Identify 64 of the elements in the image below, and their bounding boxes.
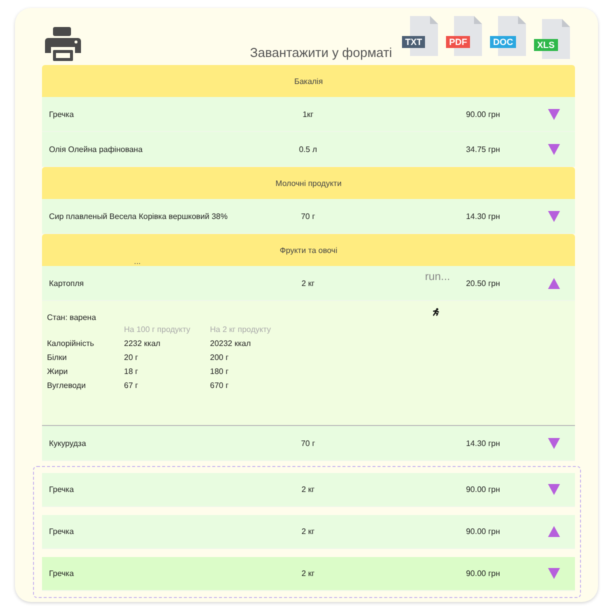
product-price: 90.00 грн bbox=[464, 485, 500, 494]
product-quantity: 2 кг bbox=[300, 527, 316, 536]
nutrient-value: 20232 ккал bbox=[210, 339, 252, 348]
file-format-button[interactable]: TXT bbox=[402, 36, 426, 48]
expand-arrow-icon[interactable] bbox=[548, 210, 560, 222]
product-quantity: 2 кг bbox=[300, 485, 316, 494]
nutrient-value: 20 г bbox=[124, 353, 140, 362]
nutrient-label: Жири bbox=[47, 367, 69, 376]
nutrient-value: 18 г bbox=[124, 367, 140, 376]
product-name: Гречка bbox=[49, 110, 75, 118]
state-label: Стан: варена bbox=[47, 313, 96, 322]
column-header: На 2 кг продукту bbox=[210, 325, 272, 334]
nutrient-value: 200 г bbox=[210, 353, 230, 362]
ellipsis-text: ... bbox=[134, 257, 141, 266]
running-figure-icon bbox=[432, 308, 440, 316]
product-quantity: 0.5 л bbox=[298, 144, 318, 154]
nutrient-label: Вуглеводи bbox=[47, 381, 87, 390]
product-price: 34.75 грн bbox=[464, 144, 500, 154]
product-row[interactable]: Сир плавленый Весела Корівка вершковий 38% 70 г 14.30 грн bbox=[42, 199, 575, 234]
category-title: Фрукти та овочі bbox=[280, 246, 338, 254]
category-title: Бакалія bbox=[294, 76, 323, 86]
product-name: Олія Олейна рафінована bbox=[49, 144, 144, 154]
column-header: На 100 г продукту bbox=[124, 325, 192, 334]
nutrient-value: 670 г bbox=[210, 381, 230, 390]
expand-arrow-icon[interactable] bbox=[548, 438, 560, 448]
product-name: Гречка bbox=[49, 569, 75, 578]
product-name: Сир плавленый Весела Корівка вершковий 38% bbox=[49, 212, 229, 220]
expand-arrow-icon[interactable] bbox=[548, 108, 560, 120]
nutrient-value: 2232 ккал bbox=[124, 339, 162, 348]
product-row[interactable]: Картопля 2 кг 20.50 грн run... bbox=[42, 266, 575, 301]
product-price: 20.50 грн bbox=[464, 278, 500, 288]
product-name: Картопля bbox=[49, 278, 85, 288]
product-name: Гречка bbox=[49, 485, 75, 494]
category-title: Молочні продукти bbox=[275, 178, 342, 188]
nutrient-value: 67 г bbox=[124, 381, 140, 390]
product-quantity: 70 г bbox=[300, 212, 316, 220]
expand-arrow-icon[interactable] bbox=[548, 144, 560, 154]
nutrient-label: Білки bbox=[47, 353, 68, 362]
product-price: 14.30 грн bbox=[464, 212, 500, 220]
product-row[interactable]: Гречка 2 кг 90.00 грн bbox=[42, 473, 575, 507]
product-row[interactable]: Кукурудза 70 г 14.30 грн bbox=[42, 426, 575, 461]
product-quantity: 1кг bbox=[302, 110, 314, 118]
product-row[interactable]: Гречка 2 кг 90.00 грн bbox=[42, 515, 575, 549]
product-quantity: 2 кг bbox=[300, 278, 316, 288]
product-row[interactable]: Гречка 1кг 90.00 грн bbox=[42, 97, 575, 132]
product-price: 90.00 грн bbox=[464, 569, 500, 578]
printer-icon[interactable] bbox=[45, 26, 81, 62]
product-price: 90.00 грн bbox=[464, 110, 500, 118]
nutrient-label: Калорійність bbox=[47, 339, 96, 348]
collapse-arrow-icon[interactable] bbox=[548, 278, 560, 288]
collapse-arrow-icon[interactable] bbox=[548, 526, 560, 537]
product-name: Гречка bbox=[49, 527, 75, 536]
download-label: Завантажити у форматі bbox=[250, 45, 392, 60]
product-quantity: 70 г bbox=[300, 438, 316, 448]
expand-arrow-icon[interactable] bbox=[548, 568, 560, 579]
product-price: 14.30 грн bbox=[464, 438, 500, 448]
product-row[interactable]: Гречка 2 кг 90.00 грн bbox=[42, 557, 575, 591]
product-name: Кукурудза bbox=[49, 438, 88, 448]
product-quantity: 2 кг bbox=[300, 569, 316, 578]
nutrient-value: 180 г bbox=[210, 367, 230, 376]
expand-arrow-icon[interactable] bbox=[548, 484, 560, 495]
product-row[interactable]: Олія Олейна рафінована 0.5 л 34.75 грн bbox=[42, 132, 575, 167]
product-price: 90.00 грн bbox=[464, 527, 500, 536]
status-text: run... bbox=[425, 271, 450, 283]
